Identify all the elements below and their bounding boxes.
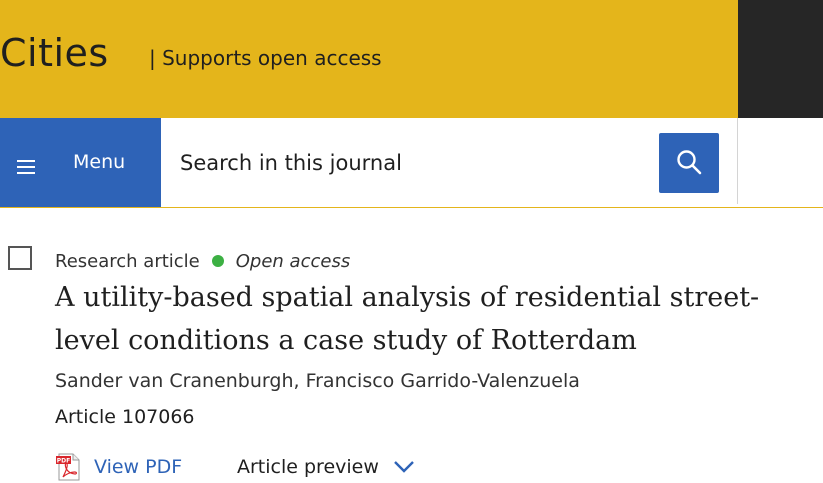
journal-search-input[interactable] bbox=[161, 118, 651, 207]
article-title-link[interactable]: A utility-based spatial analysis of resi… bbox=[55, 276, 815, 362]
search-icon bbox=[677, 150, 702, 175]
menu-button[interactable]: Menu bbox=[0, 118, 161, 207]
journal-navbar: Menu bbox=[0, 118, 823, 208]
pdf-file-icon: PDF bbox=[56, 453, 80, 481]
journal-title[interactable]: Cities bbox=[0, 34, 109, 72]
menu-label: Menu bbox=[73, 151, 126, 173]
svg-text:PDF: PDF bbox=[57, 458, 70, 465]
article-preview-label: Article preview bbox=[237, 456, 379, 478]
nav-divider bbox=[737, 118, 738, 204]
select-article-checkbox[interactable] bbox=[8, 246, 32, 270]
article-number: Article 107066 bbox=[55, 406, 195, 428]
open-access-dot-icon bbox=[211, 255, 224, 267]
view-pdf-label: View PDF bbox=[94, 456, 183, 478]
article-authors: Sander van Cranenburgh, Francisco Garrid… bbox=[55, 370, 580, 392]
open-access-label: Open access bbox=[235, 250, 351, 272]
journal-banner: Cities | Supports open access bbox=[0, 0, 738, 118]
banner-dark-panel bbox=[738, 0, 823, 118]
article-preview-toggle[interactable]: Article preview bbox=[237, 451, 415, 483]
hamburger-icon bbox=[17, 160, 35, 174]
chevron-down-icon bbox=[394, 461, 414, 473]
article-type-label: Research article bbox=[55, 250, 200, 272]
article-meta: Research article Open access bbox=[55, 249, 350, 273]
view-pdf-link[interactable]: PDF View PDF bbox=[55, 451, 182, 483]
search-button[interactable] bbox=[659, 133, 719, 193]
open-access-tagline: | Supports open access bbox=[149, 46, 382, 70]
